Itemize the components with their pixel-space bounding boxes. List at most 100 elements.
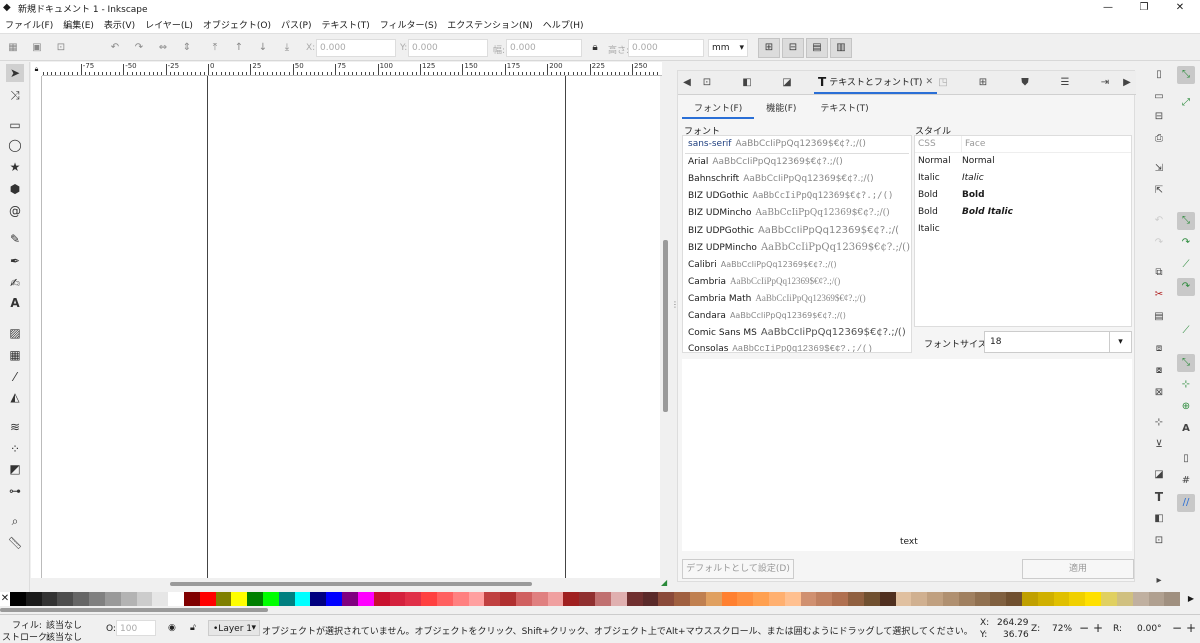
zoom-out-icon[interactable]: −: [1079, 621, 1089, 635]
palette-swatch[interactable]: [342, 592, 358, 606]
calligraphy-tool-icon[interactable]: ✍: [6, 274, 24, 292]
tab-text-and-font[interactable]: T テキストとフォント(T) ✕: [814, 71, 937, 94]
palette-swatch[interactable]: [943, 592, 959, 606]
palette-swatch[interactable]: [200, 592, 216, 606]
lower-icon[interactable]: ↓: [256, 41, 270, 55]
spiral-tool-icon[interactable]: @: [6, 202, 24, 220]
font-list-item[interactable]: BIZ UDGothicAaBbCcIiPpQq12369$€¢?.;/(): [683, 188, 911, 205]
snap-intersections-icon[interactable]: ⟋: [1177, 256, 1195, 274]
rotate-90-ccw-icon[interactable]: ↶: [108, 41, 122, 55]
palette-swatch[interactable]: [168, 592, 184, 606]
palette-swatch[interactable]: [216, 592, 232, 606]
eraser-tool-icon[interactable]: ◩: [6, 460, 24, 478]
menu-help[interactable]: ヘルプ(H): [538, 18, 589, 31]
menu-edit[interactable]: 編集(E): [58, 18, 99, 31]
palette-swatch[interactable]: [137, 592, 153, 606]
palette-swatch[interactable]: [57, 592, 73, 606]
cut-icon[interactable]: ✂: [1150, 286, 1168, 304]
color-palette[interactable]: [10, 592, 1180, 606]
menu-file[interactable]: ファイル(F): [0, 18, 58, 31]
palette-swatch[interactable]: [769, 592, 785, 606]
duplicate-icon[interactable]: ⧈: [1150, 340, 1168, 358]
palette-swatch[interactable]: [484, 592, 500, 606]
palette-swatch[interactable]: [1006, 592, 1022, 606]
fill-stroke-tab-icon[interactable]: ◪: [780, 76, 794, 90]
palette-swatch[interactable]: [801, 592, 817, 606]
horizontal-scroll-thumb[interactable]: [170, 582, 532, 586]
lower-to-bottom-icon[interactable]: ⤓: [280, 41, 294, 55]
menu-object[interactable]: オブジェクト(O): [198, 18, 276, 31]
font-list-item[interactable]: Comic Sans MSAaBbCcIiPpQq12369$€¢?.;/(): [683, 324, 911, 341]
palette-swatch[interactable]: [975, 592, 991, 606]
group-icon[interactable]: ⊹: [1150, 414, 1168, 432]
font-list[interactable]: sans-serifAaBbCcIiPpQq12369$€¢?.;/() Ari…: [682, 135, 912, 353]
flip-horizontal-icon[interactable]: ⇔: [156, 41, 170, 55]
font-list-item[interactable]: BIZ UDPMinchoAaBbCcIiPpQq12369$€¢?.;/(): [683, 239, 911, 256]
palette-swatch[interactable]: [785, 592, 801, 606]
font-list-item[interactable]: BIZ UDMinchoAaBbCcIiPpQq12369$€¢?.;/(): [683, 205, 911, 222]
palette-swatch[interactable]: [437, 592, 453, 606]
undo-icon[interactable]: ↶: [1150, 212, 1168, 230]
palette-swatch[interactable]: [1038, 592, 1054, 606]
unlink-clone-icon[interactable]: ⊠: [1150, 384, 1168, 402]
x-field[interactable]: 0.000: [316, 39, 396, 57]
palette-swatch[interactable]: [26, 592, 42, 606]
palette-swatch[interactable]: [1101, 592, 1117, 606]
menu-extensions[interactable]: エクステンション(N): [442, 18, 538, 31]
palette-swatch[interactable]: [1133, 592, 1149, 606]
close-tab-icon[interactable]: ✕: [925, 77, 933, 87]
tab-scroll-right-icon[interactable]: ▶: [1120, 76, 1134, 90]
palette-swatch[interactable]: [73, 592, 89, 606]
ungroup-icon[interactable]: ⊻: [1150, 436, 1168, 454]
save-icon[interactable]: ⊟: [1150, 108, 1168, 126]
palette-swatch[interactable]: [579, 592, 595, 606]
mesh-tool-icon[interactable]: ▦: [6, 346, 24, 364]
connector-tool-icon[interactable]: ⊶: [6, 482, 24, 500]
snap-grid-icon[interactable]: #: [1177, 472, 1195, 490]
clone-icon[interactable]: ⧇: [1150, 362, 1168, 380]
vertical-scroll-thumb[interactable]: [663, 240, 668, 412]
chevron-down-icon[interactable]: ▾: [1109, 332, 1131, 352]
vertical-scrollbar[interactable]: [661, 76, 671, 578]
palette-swatch[interactable]: [105, 592, 121, 606]
font-list-item[interactable]: BIZ UDPGothicAaBbCcIiPpQq12369$€¢?.;/(: [683, 222, 911, 239]
y-field[interactable]: 0.000: [408, 39, 488, 57]
style-list[interactable]: CSS Face NormalNormal ItalicItalic BoldB…: [914, 135, 1132, 327]
palette-scroll-right-icon[interactable]: ▶: [1182, 592, 1200, 606]
menu-view[interactable]: 表示(V): [99, 18, 140, 31]
fill-and-stroke-icon[interactable]: ◪: [1150, 466, 1168, 484]
style-list-item[interactable]: ItalicItalic: [915, 170, 1131, 187]
palette-swatch[interactable]: [595, 592, 611, 606]
rotate-ccw-icon[interactable]: −: [1172, 621, 1182, 635]
palette-swatch[interactable]: [911, 592, 927, 606]
menu-layer[interactable]: レイヤー(L): [140, 18, 198, 31]
style-list-item[interactable]: Bold ItalicBold Italic: [915, 204, 1131, 221]
document-properties-tab-icon[interactable]: ⊡: [700, 76, 714, 90]
align-tab-icon[interactable]: ⊞: [976, 76, 990, 90]
print-icon[interactable]: ⎙: [1150, 130, 1168, 148]
export-tab-icon[interactable]: ⇥: [1098, 76, 1112, 90]
spray-tool-icon[interactable]: ⁘: [6, 440, 24, 458]
selector-tool-icon[interactable]: ➤: [6, 64, 24, 82]
snap-guides-icon[interactable]: //: [1177, 494, 1195, 512]
close-button[interactable]: ✕: [1162, 0, 1198, 16]
palette-swatch[interactable]: [326, 592, 342, 606]
palette-swatch[interactable]: [674, 592, 690, 606]
palette-swatch[interactable]: [1054, 592, 1070, 606]
no-paint-swatch[interactable]: ✕: [0, 592, 10, 606]
snap-nodes-icon[interactable]: ⤡: [1177, 212, 1195, 230]
palette-swatch[interactable]: [959, 592, 975, 606]
palette-swatch[interactable]: [848, 592, 864, 606]
raise-to-top-icon[interactable]: ⤒: [208, 41, 222, 55]
font-list-item[interactable]: ConsolasAaBbCcIiPpQq12369$€¢?.;/(): [683, 341, 911, 353]
palette-swatch[interactable]: [706, 592, 722, 606]
snap-rotation-center-icon[interactable]: ⊕: [1177, 398, 1195, 416]
palette-swatch[interactable]: [722, 592, 738, 606]
palette-swatch[interactable]: [832, 592, 848, 606]
layers-icon[interactable]: ◧: [1150, 510, 1168, 528]
open-icon[interactable]: ▭: [1150, 88, 1168, 106]
star-tool-icon[interactable]: ★: [6, 158, 24, 176]
xml-editor-icon[interactable]: ⊡: [1150, 532, 1168, 550]
raise-icon[interactable]: ↑: [232, 41, 246, 55]
subtab-features[interactable]: 機能(F): [754, 97, 808, 119]
